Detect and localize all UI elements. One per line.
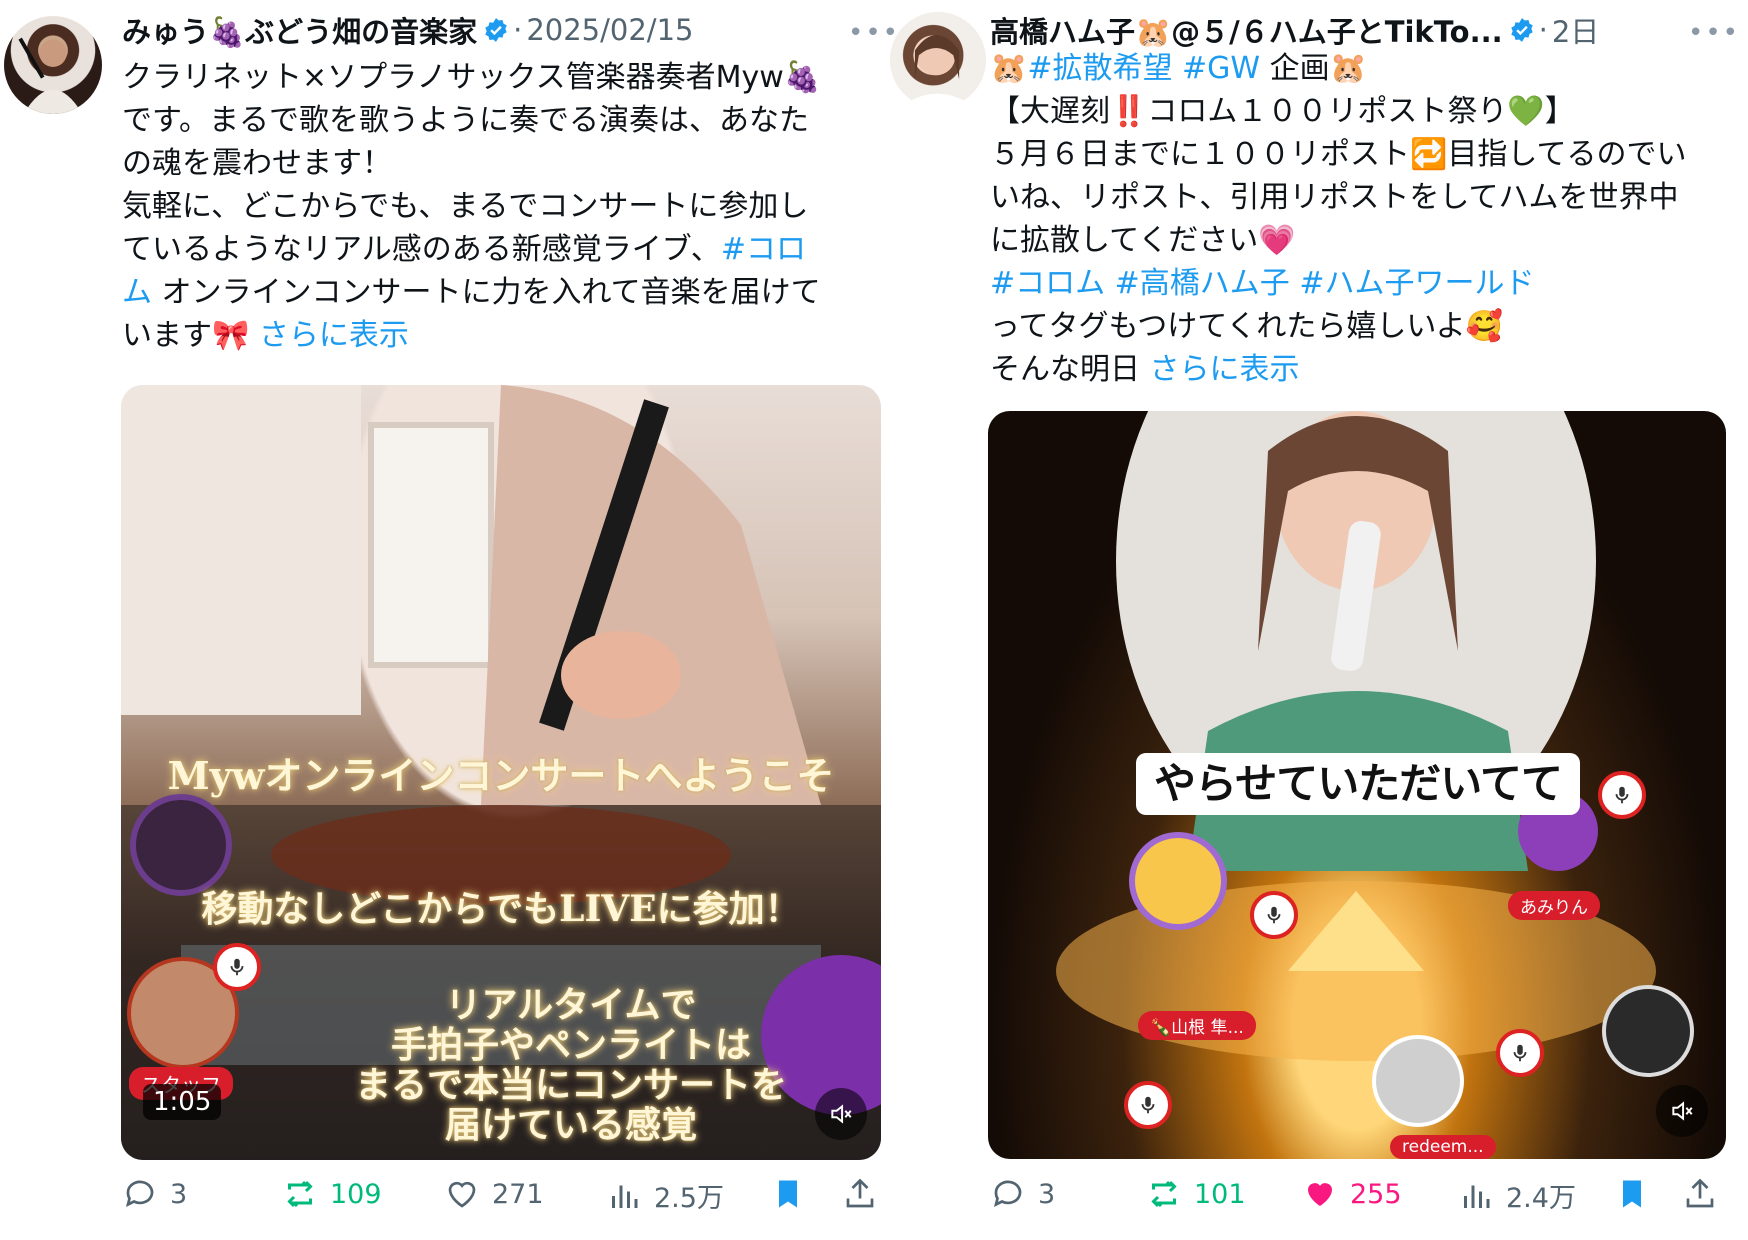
text-line: 🐹#拡散希望 #GW 企画🐹 xyxy=(990,47,1730,90)
bookmark-button[interactable] xyxy=(1614,1176,1662,1212)
tweet-header: 高橋ハム子🐹@５/６ハム子とTikTo... · 2日 xyxy=(990,10,1599,50)
text-line: 気軽に、どこからでも、まるでコンサートに参加し xyxy=(122,189,809,224)
overlay-body: リアルタイムで 手拍子やペンライトは まるで本当にコンサートを 届けている感覚 xyxy=(261,985,881,1145)
like-button[interactable]: 271 xyxy=(444,1176,544,1212)
bookmark-icon xyxy=(1623,1180,1641,1208)
mic-icon xyxy=(1598,771,1646,819)
bookmark-icon xyxy=(779,1180,797,1208)
repost-icon xyxy=(1151,1180,1177,1208)
reply-icon xyxy=(993,1180,1022,1208)
video-player[interactable]: Mywオンラインコンサートへようこそ 移動なしどこからでもLIVEに参加！ リア… xyxy=(121,385,881,1160)
participant-name: 🍾山根 隼... xyxy=(1138,1011,1256,1040)
text-line: そんな明日 さらに表示 xyxy=(990,348,1730,391)
repost-count: 109 xyxy=(330,1178,382,1210)
hashtag-line[interactable]: #コロム #高橋ハム子 #ハム子ワールド xyxy=(990,262,1730,305)
video-duration: 1:05 xyxy=(143,1084,222,1120)
author-name[interactable]: 高橋ハム子🐹@５/６ハム子とTikTo... xyxy=(990,9,1503,51)
text-line: ってタグもつけてくれたら嬉しいよ🥰 xyxy=(990,309,1504,344)
participant-name: あみりん xyxy=(1508,891,1600,920)
mute-icon[interactable] xyxy=(815,1088,867,1140)
show-more-link[interactable]: さらに表示 xyxy=(1150,352,1300,387)
text-segment: そんな明日 xyxy=(990,352,1150,387)
overlay-line: 手拍子やペンライトは xyxy=(390,1024,751,1066)
reply-icon xyxy=(125,1180,154,1208)
mic-icon xyxy=(1250,891,1298,939)
video-player[interactable]: やらせていただいてて あみりん 🍾山根 隼... redeem... xyxy=(988,411,1726,1159)
share-button[interactable] xyxy=(1682,1176,1730,1212)
text-line: ム オンラインコンサートに力を入れて音楽を届けて xyxy=(122,271,877,314)
text-line: いね、リポスト、引用リポストをしてハムを世界中 xyxy=(990,180,1679,215)
views-chart-icon xyxy=(1464,1185,1490,1208)
text-segment: オンラインコンサートに力を入れて音楽を届けて xyxy=(152,275,821,310)
reply-button[interactable]: 3 xyxy=(122,1176,187,1212)
mic-icon xyxy=(1496,1029,1544,1077)
more-options-icon[interactable]: ••• xyxy=(1688,18,1738,48)
verified-badge-icon xyxy=(1510,18,1533,42)
verified-badge-icon xyxy=(485,18,507,42)
text-line: ているようなリアル感のある新感覚ライブ、#コロ xyxy=(122,228,877,271)
reply-count: 3 xyxy=(1038,1178,1056,1210)
tweet-card[interactable]: 高橋ハム子🐹@５/６ハム子とTikTo... · 2日 ••• 🐹#拡散希望 #… xyxy=(870,0,1748,1240)
text-line: の魂を震わせます！ xyxy=(122,146,392,181)
repost-count: 101 xyxy=(1194,1178,1246,1210)
post-date[interactable]: 2025/02/15 xyxy=(526,13,693,47)
text-segment: 🐹 xyxy=(990,51,1028,86)
mic-icon xyxy=(213,943,261,991)
text-line: に拡散してください💗 xyxy=(990,223,1296,258)
repost-icon xyxy=(287,1180,313,1208)
bookmark-button[interactable] xyxy=(770,1176,818,1212)
show-more-link[interactable]: さらに表示 xyxy=(259,318,409,353)
video-caption: やらせていただいてて xyxy=(1136,753,1580,815)
overlay-line: 届けている感覚 xyxy=(444,1104,697,1146)
hashtag-link[interactable]: ム xyxy=(122,275,152,310)
text-segment: ているようなリアル感のある新感覚ライブ、 xyxy=(122,232,721,267)
avatar-photo xyxy=(899,35,977,108)
text-line: います🎀 さらに表示 xyxy=(122,314,877,357)
reply-count: 3 xyxy=(170,1178,188,1210)
separator-dot: · xyxy=(513,13,523,47)
overlay-line: まるで本当にコンサートを xyxy=(354,1064,787,1106)
overlay-title: Mywオンラインコンサートへようこそ xyxy=(167,753,835,798)
hashtag-link[interactable]: #拡散希望 #GW xyxy=(1027,51,1260,86)
overlay-line: リアルタイムで xyxy=(445,984,697,1026)
text-segment: 企画🐹 xyxy=(1260,51,1367,86)
tweet-text: 🐹#拡散希望 #GW 企画🐹 【大遅刻‼️コロム１００リポスト祭り💚】 ５月６日… xyxy=(990,47,1730,391)
text-line: ５月６日までに１００リポスト🔁目指してるのでい xyxy=(990,137,1687,172)
views-chart-icon xyxy=(612,1185,638,1208)
view-count: 2.4万 xyxy=(1506,1183,1576,1214)
avatar[interactable] xyxy=(890,12,986,108)
tweet-text: クラリネット×ソプラノサックス管楽器奏者Myw🍇 です。まるで歌を歌うように奏で… xyxy=(122,56,877,357)
post-time[interactable]: 2日 xyxy=(1552,9,1599,51)
share-icon xyxy=(1686,1178,1714,1208)
like-count: 271 xyxy=(492,1178,544,1210)
repost-button[interactable]: 101 xyxy=(1146,1176,1246,1212)
repost-button[interactable]: 109 xyxy=(282,1176,382,1212)
avatar-photo xyxy=(18,37,83,114)
view-count: 2.5万 xyxy=(654,1183,724,1214)
text-line: 【大遅刻‼️コロム１００リポスト祭り💚】 xyxy=(990,94,1575,129)
like-button[interactable]: 255 xyxy=(1302,1176,1402,1212)
author-name[interactable]: みゅう🍇ぶどう畑の音楽家 xyxy=(122,9,477,51)
like-count: 255 xyxy=(1350,1178,1402,1210)
participant-name: redeem... xyxy=(1390,1135,1496,1159)
mic-icon xyxy=(1124,1081,1172,1129)
hashtag-link[interactable]: #コロ xyxy=(721,232,806,267)
separator-dot: · xyxy=(1538,13,1548,47)
views-button[interactable]: 2.4万 xyxy=(1458,1176,1576,1215)
text-line: です。まるで歌を歌うように奏でる演奏は、あなた xyxy=(122,103,809,138)
overlay-subtitle: 移動なしどこからでもLIVEに参加！ xyxy=(201,888,801,930)
tweet-card[interactable]: みゅう🍇ぶどう畑の音楽家 · 2025/02/15 ••• クラリネット×ソプラ… xyxy=(0,0,898,1240)
heart-icon xyxy=(448,1181,476,1208)
text-segment: います🎀 xyxy=(122,318,259,353)
tweet-header: みゅう🍇ぶどう畑の音楽家 · 2025/02/15 xyxy=(122,10,693,50)
reply-button[interactable]: 3 xyxy=(990,1176,1055,1212)
mute-icon[interactable] xyxy=(1656,1085,1708,1137)
heart-filled-icon xyxy=(1308,1183,1332,1206)
text-line: クラリネット×ソプラノサックス管楽器奏者Myw🍇 xyxy=(122,60,822,95)
views-button[interactable]: 2.5万 xyxy=(606,1176,724,1215)
avatar[interactable] xyxy=(4,16,102,114)
